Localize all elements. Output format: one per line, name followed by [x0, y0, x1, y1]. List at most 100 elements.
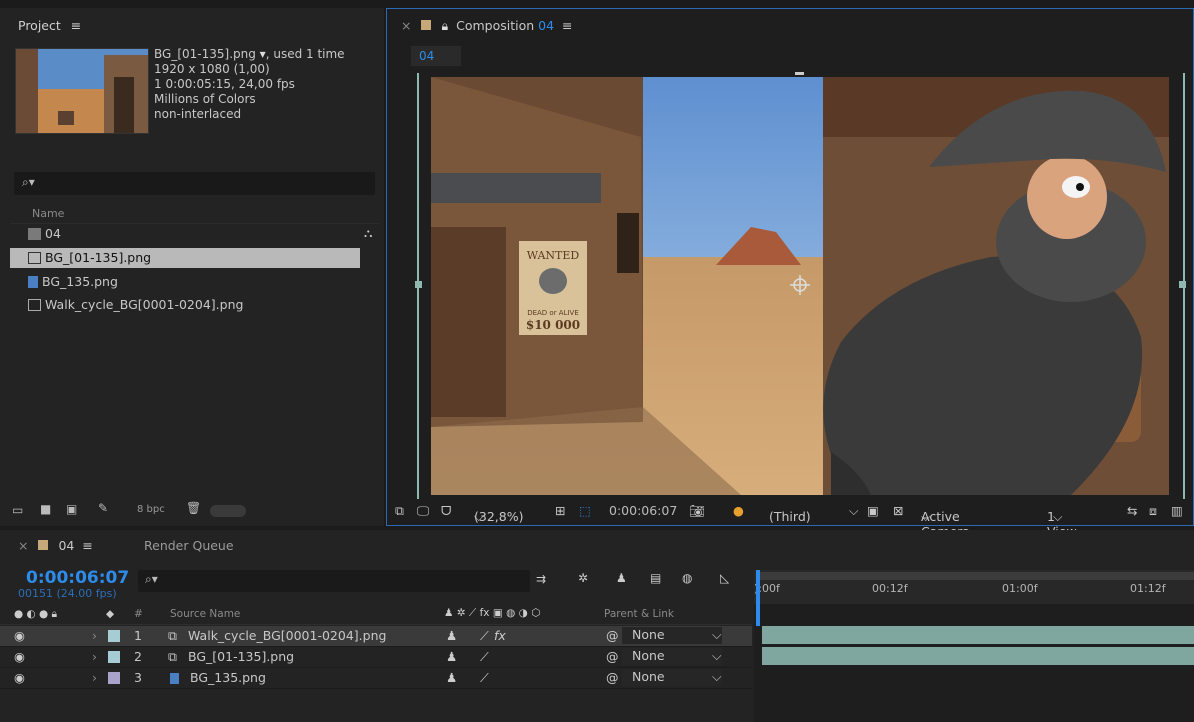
timeline-graph-area[interactable]: ):00f 00:12f 01:00f 01:12f [754, 570, 1194, 722]
project-title: Project [18, 18, 61, 33]
pickwhip-icon[interactable]: @ [606, 647, 619, 667]
camera-icon[interactable]: 📷︎ [689, 503, 705, 519]
timeline-icon[interactable]: ▥ [1171, 503, 1183, 518]
parent-dropdown[interactable]: None ⌵ [622, 648, 722, 665]
time-ruler[interactable]: ):00f 00:12f 01:00f 01:12f [754, 570, 1194, 604]
timeline-comp-tab[interactable]: × 04 ≡ [18, 538, 93, 553]
parent-value: None [632, 648, 665, 663]
zoom-slider[interactable] [210, 505, 246, 517]
eye-icon[interactable]: ◉ [14, 626, 25, 646]
shy-switch-icon[interactable]: ♟ [446, 647, 457, 667]
composition-navigator-chip[interactable]: 04 [411, 46, 461, 66]
color-channel-icon[interactable]: ● [733, 503, 744, 518]
project-search-input[interactable]: ⌕▾ [14, 172, 375, 195]
project-panel-tab[interactable]: Project ≡ [18, 18, 81, 33]
fast-preview-icon[interactable]: ⧈ [1149, 503, 1157, 519]
toggle-pixel-aspect-icon[interactable]: ⇆ [1127, 503, 1137, 518]
item-duration: 1 0:00:05:15, 24,00 fps [154, 77, 295, 91]
pickwhip-icon[interactable]: @ [606, 668, 619, 688]
composition-flowchart-icon[interactable]: ⇉ [536, 572, 546, 586]
panel-menu-icon[interactable]: ≡ [82, 538, 92, 553]
layer-color-swatch[interactable] [108, 672, 120, 684]
frame-blending-icon[interactable]: ▤ [650, 571, 661, 585]
chevron-down-icon: ⌵ [712, 627, 722, 642]
interpret-footage-icon[interactable]: ▭ [12, 503, 23, 517]
new-folder-icon[interactable]: ■ [40, 502, 51, 516]
pickwhip-icon[interactable]: @ [606, 626, 619, 646]
name-column-header[interactable]: Name [10, 204, 380, 224]
layer-name: BG_135.png [190, 670, 266, 685]
parent-dropdown[interactable]: None ⌵ [622, 627, 722, 644]
brush-icon[interactable]: ✎ [98, 501, 108, 515]
project-item[interactable]: BG_135.png [10, 272, 360, 292]
current-time-display[interactable]: 0:00:06:07 [26, 568, 129, 588]
parent-link-header: Parent & Link [604, 608, 674, 620]
current-time-display[interactable]: 0:00:06:07 [609, 503, 677, 518]
eye-icon[interactable]: ◉ [14, 647, 25, 667]
close-icon[interactable]: × [401, 18, 411, 33]
lock-icon[interactable]: 🔒︎ [441, 18, 448, 33]
eye-icon[interactable]: ◉ [14, 668, 25, 688]
bpc-button[interactable]: 8 bpc [137, 504, 165, 515]
quality-switch-icon[interactable]: ⟋ [480, 668, 489, 688]
chevron-right-icon[interactable]: › [92, 626, 97, 646]
image-sequence-icon: ⧉ [168, 628, 177, 643]
current-time-indicator[interactable] [756, 570, 760, 626]
layer-duration-bar[interactable] [762, 647, 1194, 665]
project-item[interactable]: BG_[01-135].png [10, 248, 360, 268]
handle[interactable] [795, 72, 804, 75]
usage-text: , used 1 time [265, 47, 345, 61]
panel-menu-icon[interactable]: ≡ [562, 18, 572, 33]
layer-color-swatch[interactable] [108, 630, 120, 642]
composition-tab[interactable]: × 🔒︎ Composition 04 ≡ [401, 18, 573, 34]
transparency-icon[interactable]: ⊠ [893, 503, 903, 518]
motion-blur-icon[interactable]: ◍ [682, 571, 692, 585]
ruler-label: 01:12f [1130, 582, 1166, 595]
project-item[interactable]: 04 [10, 224, 360, 244]
trash-icon[interactable]: 🗑 [186, 501, 201, 515]
shy-switch-icon[interactable]: ♟ [446, 626, 457, 646]
monitor-icon[interactable]: 🖵 [417, 503, 429, 519]
parent-value: None [632, 627, 665, 642]
fx-switch-icon[interactable]: fx [494, 626, 506, 646]
transparency-grid-icon[interactable]: ⬚ [579, 503, 591, 518]
panel-menu-icon[interactable]: ≡ [71, 18, 81, 33]
work-area-bar[interactable] [758, 572, 1194, 580]
layer-color-swatch[interactable] [108, 651, 120, 663]
handle[interactable] [415, 281, 422, 288]
quality-switch-icon[interactable]: ⟋ [480, 647, 489, 667]
image-sequence-icon: ⧉ [168, 649, 177, 664]
graph-editor-icon[interactable]: ◺ [720, 571, 729, 585]
handle[interactable] [1179, 281, 1186, 288]
render-queue-tab[interactable]: Render Queue [144, 538, 234, 553]
shy-switch-icon[interactable]: ♟ [446, 668, 457, 688]
parent-dropdown[interactable]: None ⌵ [622, 669, 722, 686]
mask-visibility-icon[interactable]: ᗜ [441, 503, 451, 519]
timeline-comp-name: 04 [58, 538, 75, 553]
layer-row[interactable]: ◉ › 3 BG_135.png ♟ ⟋ @ None ⌵ [0, 668, 752, 689]
item-interlace: non-interlaced [154, 107, 242, 121]
chevron-down-icon[interactable]: ⌵ [849, 503, 858, 519]
shy-layers-icon[interactable]: ♟ [616, 571, 627, 585]
layer-duration-bar[interactable] [762, 626, 1194, 644]
draft-3d-icon[interactable]: ✲ [578, 571, 588, 585]
layer-search-input[interactable]: ⌕▾ [138, 570, 530, 592]
ruler-label: 01:00f [1002, 582, 1038, 595]
close-icon[interactable]: × [18, 538, 28, 553]
chevron-right-icon[interactable]: › [92, 668, 97, 688]
snapshot-toggle-icon[interactable]: ⧉ [395, 503, 404, 519]
region-of-interest-icon[interactable]: ▣ [867, 503, 879, 518]
new-composition-icon[interactable]: ▣ [66, 502, 77, 516]
layer-row[interactable]: ◉ › 1 ⧉ Walk_cycle_BG[0001-0204].png ♟ ⟋… [0, 626, 752, 647]
chevron-right-icon[interactable]: › [92, 647, 97, 667]
composition-viewer[interactable]: WANTED DEAD or ALIVE $10 000 [431, 77, 1169, 495]
flowchart-icon[interactable]: ⛬ [364, 226, 372, 241]
grid-icon[interactable]: ⊞ [555, 503, 565, 518]
layer-row[interactable]: ◉ › 2 ⧉ BG_[01-135].png ♟ ⟋ @ None ⌵ [0, 647, 752, 668]
project-item[interactable]: Walk_cycle_BG[0001-0204].png [10, 295, 360, 315]
project-item-label: BG_135.png [42, 274, 118, 289]
quality-switch-icon[interactable]: ⟋ [480, 626, 489, 646]
project-item-label: 04 [45, 226, 61, 241]
source-name-header[interactable]: Source Name [170, 608, 240, 620]
composition-icon [28, 228, 41, 240]
